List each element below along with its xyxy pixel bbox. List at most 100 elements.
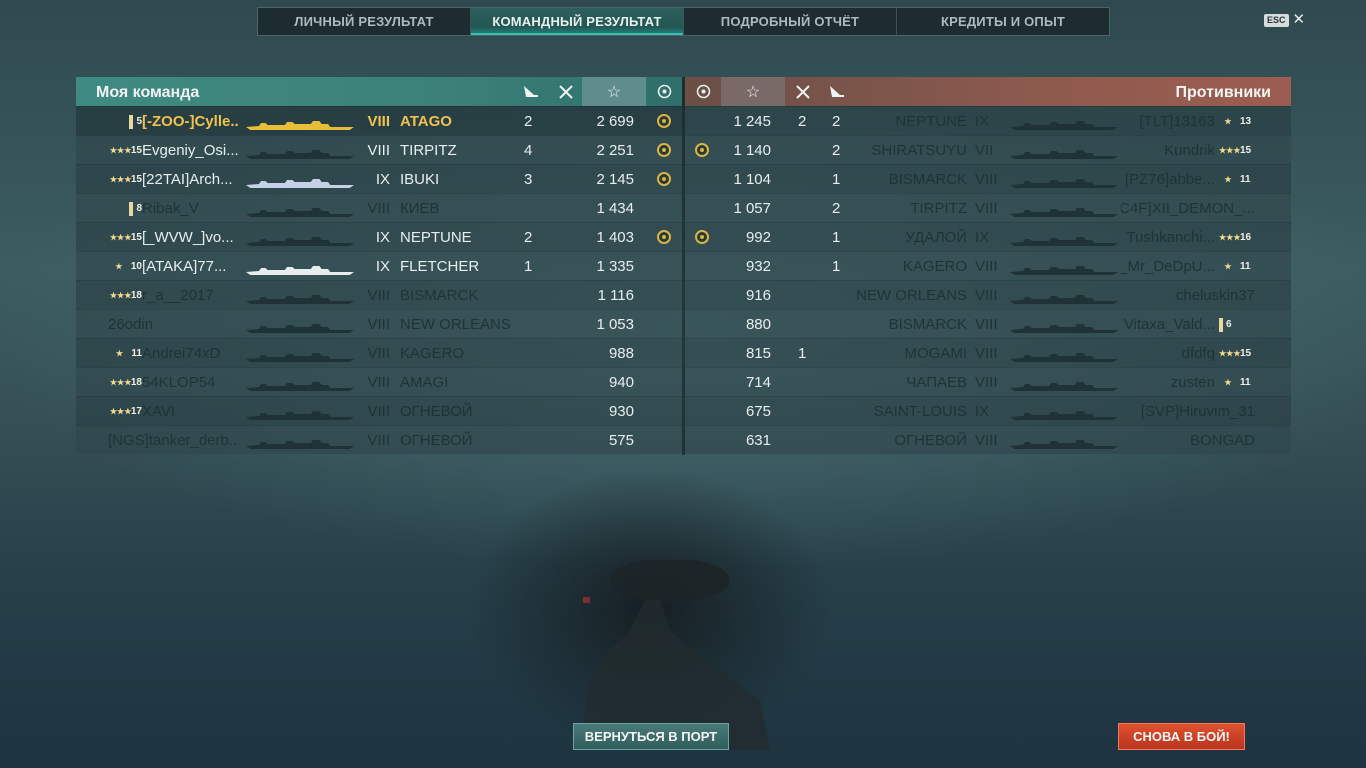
enemy-team-row[interactable]: 992 1 УДАЛОЙ IX Tushkanchi... ★★★ 16 (685, 222, 1291, 251)
tab-credits-xp[interactable]: КРЕДИТЫ И ОПЫТ (897, 8, 1109, 35)
ship-tier: VIII (975, 316, 998, 333)
rank-badge: 6 (1219, 317, 1232, 332)
xp-sort-star-icon[interactable]: ☆ (582, 77, 646, 106)
my-team-row[interactable]: 8 Ribak_V VIII КИЕВ 1 434 (76, 193, 682, 222)
planes-count: 2 (798, 113, 807, 130)
enemy-team-row[interactable]: 932 1 KAGERO VIII _Mr_DeDpU... ★ 11 (685, 251, 1291, 280)
achievement-icon[interactable] (652, 77, 676, 106)
kills-count (524, 339, 544, 368)
ship-name: MOGAMI (904, 345, 968, 362)
enemy-team-row[interactable]: 631 ОГНЕВОЙ VIII BONGAD (685, 425, 1291, 454)
player-name[interactable]: Vitaxa_Vald... (1121, 310, 1215, 339)
player-name[interactable]: [TLT]13163 (1121, 107, 1215, 136)
rank-number: 15 (1240, 145, 1252, 156)
rank-stars-icon: ★★★ (1219, 146, 1241, 155)
ship-silhouette (246, 320, 354, 333)
enemy-team-row[interactable]: 1 245 2 2 NEPTUNE IX [TLT]13163 ★ 13 (685, 106, 1291, 135)
player-name[interactable]: Evgeniy_Osi... (142, 136, 238, 165)
enemy-team-row[interactable]: 815 1 MOGAMI VIII dfdfq ★★★ 15 (685, 338, 1291, 367)
close-icon[interactable]: ✕ (1293, 12, 1306, 27)
kills-count: 2 (832, 113, 841, 130)
player-name[interactable]: [-ZOO-]Cylle... (142, 107, 238, 136)
player-name[interactable]: _Mr_DeDpU... (1121, 252, 1215, 281)
my-team-row[interactable]: ★ 11 Andrei74xD VIII KAGERO 988 (76, 338, 682, 367)
player-name[interactable]: Ribak_V (142, 194, 238, 223)
ship-name: BISMARCK (888, 171, 967, 188)
planes-count (798, 194, 812, 223)
my-team-row[interactable]: ★★★ 15 Evgeniy_Osi... VIII TIRPITZ 4 2 251 (76, 135, 682, 164)
ship-tier: VIII (975, 258, 998, 275)
planes-destroyed-icon[interactable] (554, 77, 578, 106)
return-to-port-button[interactable]: ВЕРНУТЬСЯ В ПОРТ (573, 723, 729, 750)
my-team-row[interactable]: 26odin VIII NEW ORLEANS 1 053 (76, 309, 682, 338)
player-rank: 5 (108, 107, 142, 136)
enemy-team-row[interactable]: 1 104 1 BISMARCK VIII [PZ76]abbe... ★ 11 (685, 164, 1291, 193)
player-rank (1219, 281, 1265, 310)
ship-silhouette (246, 407, 354, 420)
my-team-panel: Моя команда ☆ 5 [-ZOO-]Cylle... VIII ATAGO 2… (76, 77, 682, 454)
my-team-row[interactable]: 5 [-ZOO-]Cylle... VIII ATAGO 2 2 699 (76, 106, 682, 135)
player-name[interactable]: Andrei74xD (142, 339, 238, 368)
base-xp: 714 (745, 374, 771, 391)
battle-again-button[interactable]: СНОВА В БОЙ! (1118, 723, 1245, 750)
result-tabs: ЛИЧНЫЙ РЕЗУЛЬТАТ КОМАНДНЫЙ РЕЗУЛЬТАТ ПОД… (257, 7, 1110, 36)
close-button[interactable]: ESC ✕ (1264, 12, 1306, 27)
achievement-icon (695, 230, 709, 244)
player-name[interactable]: Tushkanchi... (1121, 223, 1215, 252)
ship-tier: VIII (367, 142, 390, 159)
my-team-row[interactable]: ★★★ 18 r_a__2017 VIII BISMARCK 1 116 (76, 280, 682, 309)
enemy-team-row[interactable]: 916 NEW ORLEANS VIII cheluskin37 (685, 280, 1291, 309)
base-xp: 940 (608, 374, 634, 391)
tab-team-result[interactable]: КОМАНДНЫЙ РЕЗУЛЬТАТ (471, 8, 684, 35)
player-name[interactable]: r_a__2017 (142, 281, 238, 310)
rank-number: 11 (1240, 377, 1251, 388)
my-team-row[interactable]: ★★★ 15 [22TAI]Arch... IX IBUKI 3 2 145 (76, 164, 682, 193)
enemy-team-title: Противники (1175, 84, 1272, 101)
ship-tier: IX (375, 171, 390, 188)
my-team-row[interactable]: ★★★ 18 54KLOP54 VIII AMAGI 940 (76, 367, 682, 396)
player-name[interactable]: [22TAI]Arch... (142, 165, 238, 194)
rank-badge: ★★★ 15 (110, 174, 142, 185)
base-xp: 2 251 (596, 142, 634, 159)
kills-count (832, 368, 846, 397)
player-name[interactable]: [ATAKA]77... (142, 252, 238, 281)
player-name[interactable]: [NGS]tanker_derb... (108, 426, 238, 455)
rank-badge: ★★★ 16 (1219, 232, 1251, 243)
rank-icon (129, 201, 134, 216)
my-team-row[interactable]: ★ 10 [ATAKA]77... IX FLETCHER 1 1 335 (76, 251, 682, 280)
kills-count (524, 397, 544, 426)
enemy-team-row[interactable]: 1 057 2 TIRPITZ VIII [C4F]XII_DEMON_... (685, 193, 1291, 222)
tab-detailed-report[interactable]: ПОДРОБНЫЙ ОТЧЁТ (684, 8, 897, 35)
player-name[interactable]: [_WVW_]vo... (142, 223, 238, 252)
enemy-team-row[interactable]: 675 SAINT-LOUIS IX [SVP]Hiruvim_31 (685, 396, 1291, 425)
rank-number: 15 (1240, 348, 1252, 359)
player-rank: ★★★ 18 (108, 368, 142, 397)
ship-silhouette (246, 436, 354, 449)
achievement-icon[interactable] (691, 77, 715, 106)
player-name[interactable]: dfdfq (1121, 339, 1215, 368)
rank-badge: ★★★ 15 (110, 145, 142, 156)
player-name[interactable]: zusten (1121, 368, 1215, 397)
torpedo-hit-icon[interactable] (825, 77, 849, 106)
planes-count (798, 310, 812, 339)
player-name[interactable]: Kundrik (1121, 136, 1215, 165)
player-name[interactable]: 54KLOP54 (142, 368, 238, 397)
my-team-row[interactable]: ★★★ 15 [_WVW_]vo... IX NEPTUNE 2 1 403 (76, 222, 682, 251)
ship-name: IBUKI (400, 171, 440, 188)
ship-name: УДАЛОЙ (905, 229, 967, 246)
enemy-team-row[interactable]: 714 ЧАПАЕВ VIII zusten ★ 11 (685, 367, 1291, 396)
ship-name: NEW ORLEANS (400, 316, 510, 333)
enemy-team-row[interactable]: 1 140 2 SHIRATSUYU VII Kundrik ★★★ 15 (685, 135, 1291, 164)
tab-personal-result[interactable]: ЛИЧНЫЙ РЕЗУЛЬТАТ (258, 8, 471, 35)
enemy-team-row[interactable]: 880 BISMARCK VIII Vitaxa_Vald... 6 (685, 309, 1291, 338)
ship-tier: VIII (975, 287, 998, 304)
player-name[interactable]: XAVI (142, 397, 238, 426)
torpedo-hit-icon[interactable] (519, 77, 543, 106)
player-name[interactable]: [PZ76]abbe... (1121, 165, 1215, 194)
rank-badge: ★★★ 18 (110, 377, 142, 388)
player-name[interactable]: 26odin (108, 310, 238, 339)
my-team-row[interactable]: ★★★ 17 XAVI VIII ОГНЕВОЙ 930 (76, 396, 682, 425)
planes-destroyed-icon[interactable] (791, 77, 815, 106)
my-team-row[interactable]: [NGS]tanker_derb... VIII ОГНЕВОЙ 575 (76, 425, 682, 454)
xp-sort-star-icon[interactable]: ☆ (721, 77, 785, 106)
